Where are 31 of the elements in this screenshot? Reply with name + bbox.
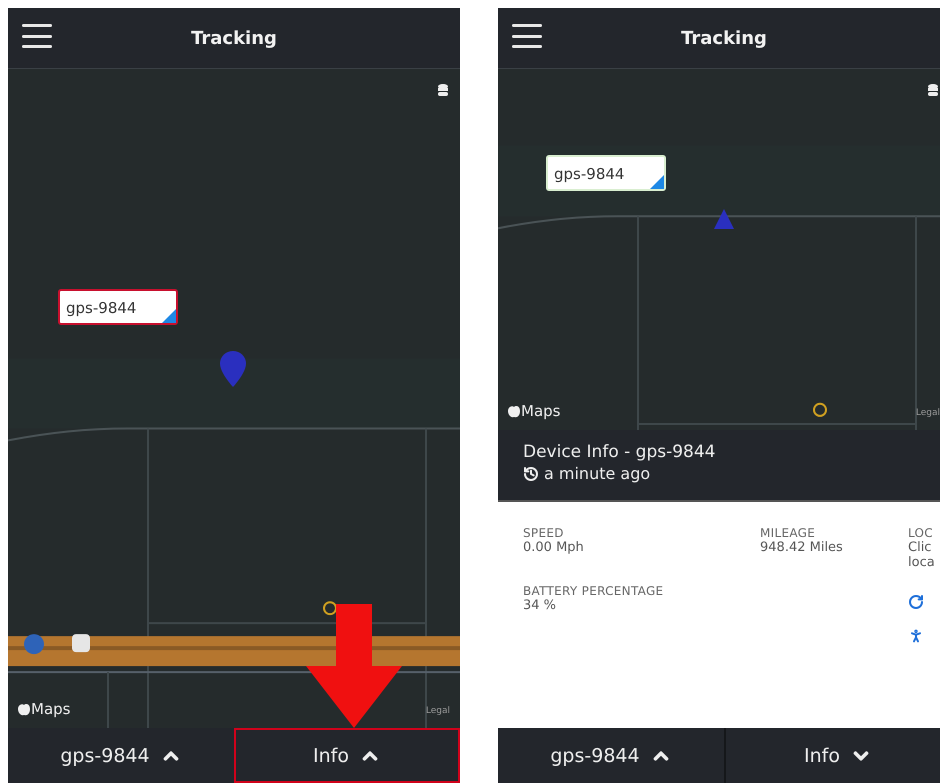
field-label: LOC xyxy=(908,526,934,540)
field-label: SPEED xyxy=(523,526,565,540)
tab-button[interactable]: Info xyxy=(234,728,460,783)
device-label[interactable]: gps-9844 xyxy=(58,289,178,325)
device-info-title: Device Info - gps-9844 xyxy=(523,442,716,462)
layers-icon[interactable] xyxy=(928,84,938,96)
last-update: a minute ago xyxy=(544,464,650,483)
logo-icon xyxy=(508,404,520,418)
map-attribution: Maps xyxy=(31,700,70,718)
triangle-marker-icon[interactable] xyxy=(714,209,734,229)
legal-link[interactable]: Legal xyxy=(426,706,450,716)
field-label: BATTERY PERCENTAGE xyxy=(523,584,664,598)
map-attribution: Maps xyxy=(521,402,560,420)
layers-icon[interactable] xyxy=(438,84,448,96)
field-value: 34 % xyxy=(523,598,558,613)
field-value: loca xyxy=(908,555,936,570)
field-label: MILEAGE xyxy=(760,526,816,540)
history-icon xyxy=(523,466,539,482)
field-value: 948.42 Miles xyxy=(760,540,844,555)
person-icon[interactable] xyxy=(908,628,924,644)
screen-title: Tracking xyxy=(191,28,277,48)
field-value: 0.00 Mph xyxy=(523,540,585,555)
screen-title: Tracking xyxy=(681,28,767,48)
arrow-icon xyxy=(306,604,402,728)
menu-icon[interactable] xyxy=(512,24,542,48)
refresh-icon[interactable] xyxy=(908,594,924,610)
logo-icon xyxy=(18,702,30,716)
field-value: Clic xyxy=(908,540,932,555)
menu-icon[interactable] xyxy=(22,24,52,48)
device-label[interactable]: gps-9844 xyxy=(546,155,666,191)
legal-link[interactable]: Legal xyxy=(916,408,940,418)
